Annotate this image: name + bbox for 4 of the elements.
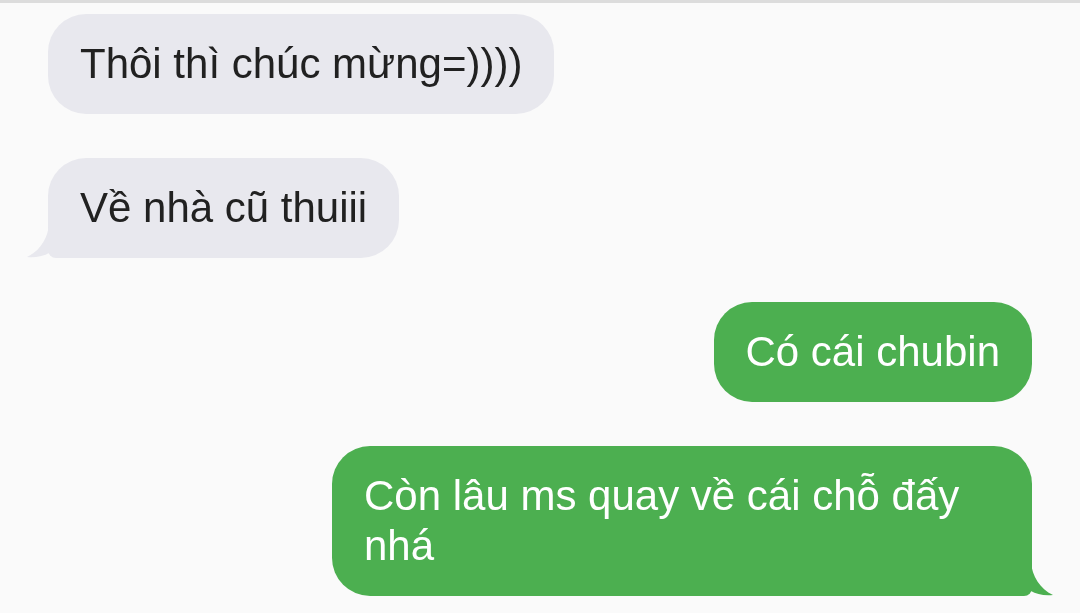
message-bubble: Có cái chubin	[713, 302, 1032, 402]
message-bubble: Còn lâu ms quay về cái chỗ đấy nhá	[332, 446, 1032, 596]
message-bubble: Về nhà cũ thuiii	[48, 158, 400, 258]
message-bubble: Thôi thì chúc mừng=))))	[48, 14, 555, 114]
